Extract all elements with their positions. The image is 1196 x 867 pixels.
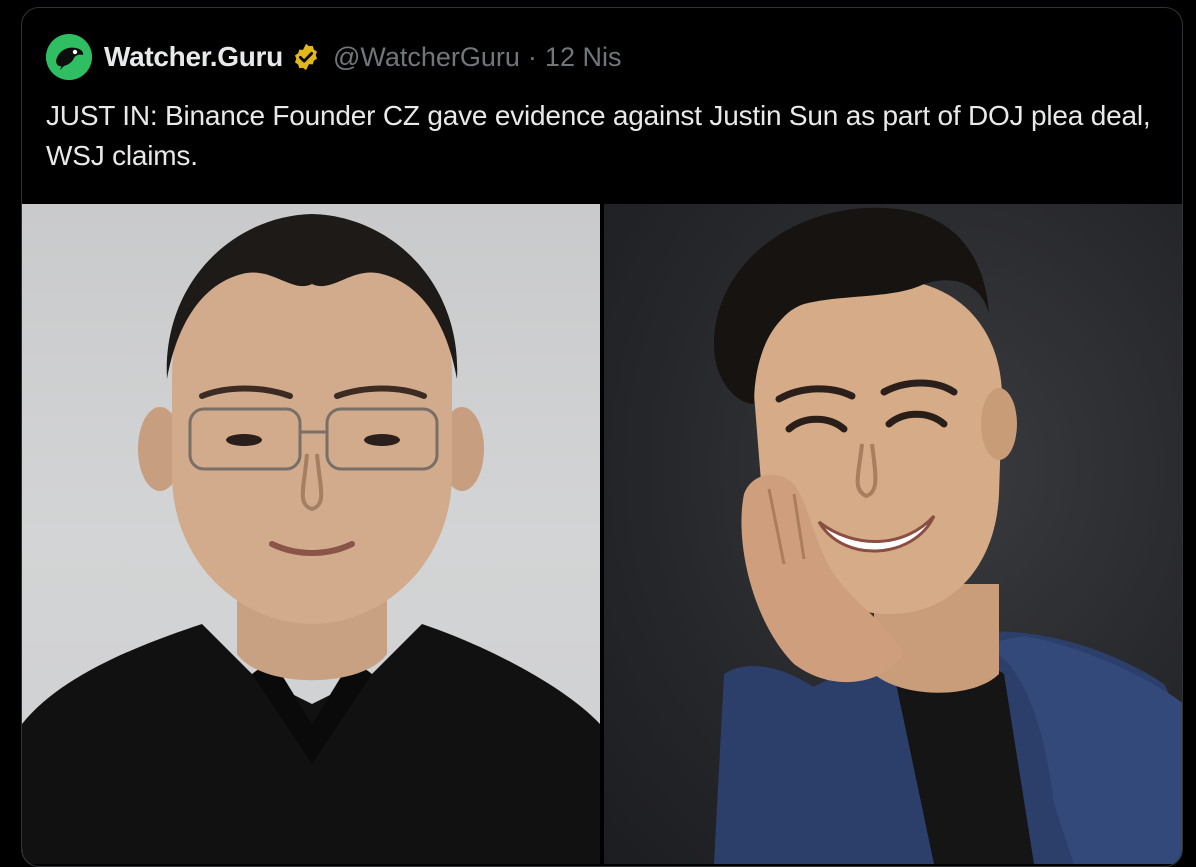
tweet-text: JUST IN: Binance Founder CZ gave evidenc…: [46, 100, 1151, 171]
user-handle[interactable]: @WatcherGuru: [333, 42, 520, 73]
display-name[interactable]: Watcher.Guru: [104, 41, 283, 73]
portrait-glasses-image: [22, 214, 600, 864]
tweet-media[interactable]: [22, 204, 1182, 864]
separator-dot: ·: [527, 41, 537, 72]
tweet-card[interactable]: Watcher.Guru @WatcherGuru · 12 Nis JUST …: [21, 7, 1183, 867]
timestamp[interactable]: 12 Nis: [545, 42, 622, 73]
tweet-header: Watcher.Guru @WatcherGuru · 12 Nis: [46, 34, 621, 80]
photo-right[interactable]: [604, 204, 1182, 864]
verified-badge-icon: [291, 42, 321, 72]
photo-left[interactable]: [22, 204, 600, 864]
avatar[interactable]: [46, 34, 92, 80]
watcher-guru-logo-icon: [46, 34, 92, 80]
portrait-smiling-image: [714, 207, 1182, 864]
